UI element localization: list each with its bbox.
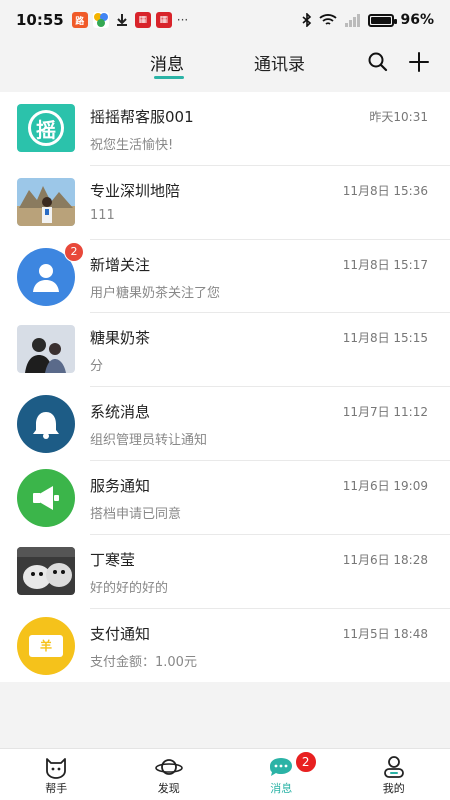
conversation-item[interactable]: 糖果奶茶 11月8日 15:15 分 bbox=[0, 313, 450, 388]
user-photo-avatar bbox=[17, 177, 75, 226]
nav-messages-badge: 2 bbox=[294, 751, 317, 773]
battery-percent: 96% bbox=[400, 12, 434, 28]
conversation-preview: 组织管理员转让通知 bbox=[90, 433, 208, 449]
conversation-item[interactable]: 2 新增关注 11月8日 15:17 用户糖果奶茶关注了您 bbox=[0, 240, 450, 314]
nav-helper[interactable]: 帮手 bbox=[0, 749, 113, 800]
chat-bubble-icon bbox=[270, 758, 293, 776]
logo-text: 摇 bbox=[28, 110, 64, 146]
conversation-title: 系统消息 bbox=[90, 403, 151, 422]
conversation-preview: 祝您生活愉快! bbox=[90, 138, 174, 153]
conversation-time: 11月6日 18:28 bbox=[342, 552, 428, 567]
conversation-item[interactable]: 服务通知 11月6日 19:09 搭档申请已同意 bbox=[0, 461, 450, 535]
status-right: 96% bbox=[302, 12, 434, 28]
nav-discover[interactable]: 发现 bbox=[113, 749, 226, 800]
tab-contacts[interactable]: 通讯录 bbox=[254, 50, 305, 75]
top-tab-bar: 消息 通讯录 bbox=[0, 40, 450, 90]
speaker-icon bbox=[17, 468, 75, 527]
signal-icon bbox=[345, 14, 361, 27]
conversation-time: 11月5日 18:48 bbox=[342, 626, 428, 641]
conversation-preview: 支付金额：1.00元 bbox=[90, 654, 197, 670]
conversation-title: 支付通知 bbox=[90, 624, 151, 643]
conversation-item[interactable]: 羊 支付通知 11月5日 18:48 支付金额：1.00元 bbox=[0, 609, 450, 683]
conversation-list: 摇 摇摇帮客服001 昨天10:31 祝您生活愉快! 专业深圳地陪 11月8日 … bbox=[0, 92, 450, 683]
conversation-title: 摇摇帮客服001 bbox=[90, 108, 194, 126]
more-notifications-icon: ··· bbox=[176, 13, 189, 27]
planet-icon bbox=[154, 759, 183, 775]
nav-mine[interactable]: 我的 bbox=[338, 749, 450, 800]
app-notification-icon: 路 bbox=[71, 12, 88, 28]
person-icon bbox=[383, 756, 404, 778]
money-icon-text: 羊 bbox=[29, 634, 63, 657]
nav-discover-label: 发现 bbox=[157, 782, 180, 795]
customer-service-logo-icon: 摇 bbox=[17, 104, 75, 152]
conversation-preview: 用户糖果奶茶关注了您 bbox=[90, 285, 221, 301]
conversation-time: 11月8日 15:15 bbox=[342, 331, 428, 346]
conversation-preview: 好的好的好的 bbox=[90, 580, 169, 596]
user-photo-avatar bbox=[17, 325, 75, 374]
conversation-title: 专业深圳地陪 bbox=[90, 181, 181, 200]
nav-messages-label: 消息 bbox=[270, 782, 293, 795]
tab-messages[interactable]: 消息 bbox=[150, 50, 184, 75]
cat-face-icon bbox=[46, 758, 67, 779]
conversation-preview: 搭档申请已同意 bbox=[90, 506, 182, 522]
conversation-title: 丁寒莹 bbox=[90, 550, 136, 569]
conversation-item[interactable]: 专业深圳地陪 11月8日 15:36 111 bbox=[0, 166, 450, 240]
conversation-time: 11月8日 15:36 bbox=[342, 183, 428, 198]
bottom-nav: 帮手 发现 消息 2 我的 bbox=[0, 748, 450, 800]
tab-active-indicator bbox=[154, 76, 184, 79]
money-icon: 羊 bbox=[17, 616, 75, 675]
conversation-title: 糖果奶茶 bbox=[90, 329, 151, 348]
status-time: 10:55 bbox=[16, 11, 64, 29]
bluetooth-icon bbox=[302, 13, 312, 27]
app-red-icon: ▦ bbox=[134, 12, 151, 28]
conversation-time: 11月7日 11:12 bbox=[342, 405, 428, 420]
conversation-time: 昨天10:31 bbox=[369, 110, 428, 124]
wifi-icon bbox=[319, 14, 338, 25]
app-red-icon-2: ▦ bbox=[155, 12, 172, 28]
nav-mine-label: 我的 bbox=[382, 782, 405, 795]
conversation-time: 11月8日 15:17 bbox=[342, 257, 428, 272]
conversation-preview: 111 bbox=[90, 207, 115, 223]
conversation-preview: 分 bbox=[90, 359, 104, 375]
conversation-time: 11月6日 19:09 bbox=[342, 478, 428, 493]
conversation-item[interactable]: 丁寒莹 11月6日 18:28 好的好的好的 bbox=[0, 535, 450, 609]
download-icon bbox=[114, 12, 130, 28]
conversation-item[interactable]: 摇 摇摇帮客服001 昨天10:31 祝您生活愉快! bbox=[0, 92, 450, 166]
battery-icon bbox=[368, 13, 398, 27]
conversation-title: 服务通知 bbox=[90, 476, 151, 495]
notification-icons: 路 ▦ ▦ ··· bbox=[71, 12, 189, 28]
conversation-item[interactable]: 系统消息 11月7日 11:12 组织管理员转让通知 bbox=[0, 387, 450, 461]
conversation-title: 新增关注 bbox=[90, 255, 151, 274]
user-photo-avatar bbox=[17, 546, 75, 595]
status-bar: 10:55 路 ▦ ▦ ··· 96% bbox=[0, 0, 450, 40]
unread-badge: 2 bbox=[64, 241, 84, 262]
nav-helper-label: 帮手 bbox=[45, 782, 68, 795]
search-icon[interactable] bbox=[366, 50, 390, 74]
bell-icon bbox=[17, 395, 75, 454]
add-icon[interactable] bbox=[407, 50, 431, 74]
nav-messages[interactable]: 消息 2 bbox=[225, 749, 338, 800]
app-pinwheel-icon bbox=[92, 12, 109, 28]
